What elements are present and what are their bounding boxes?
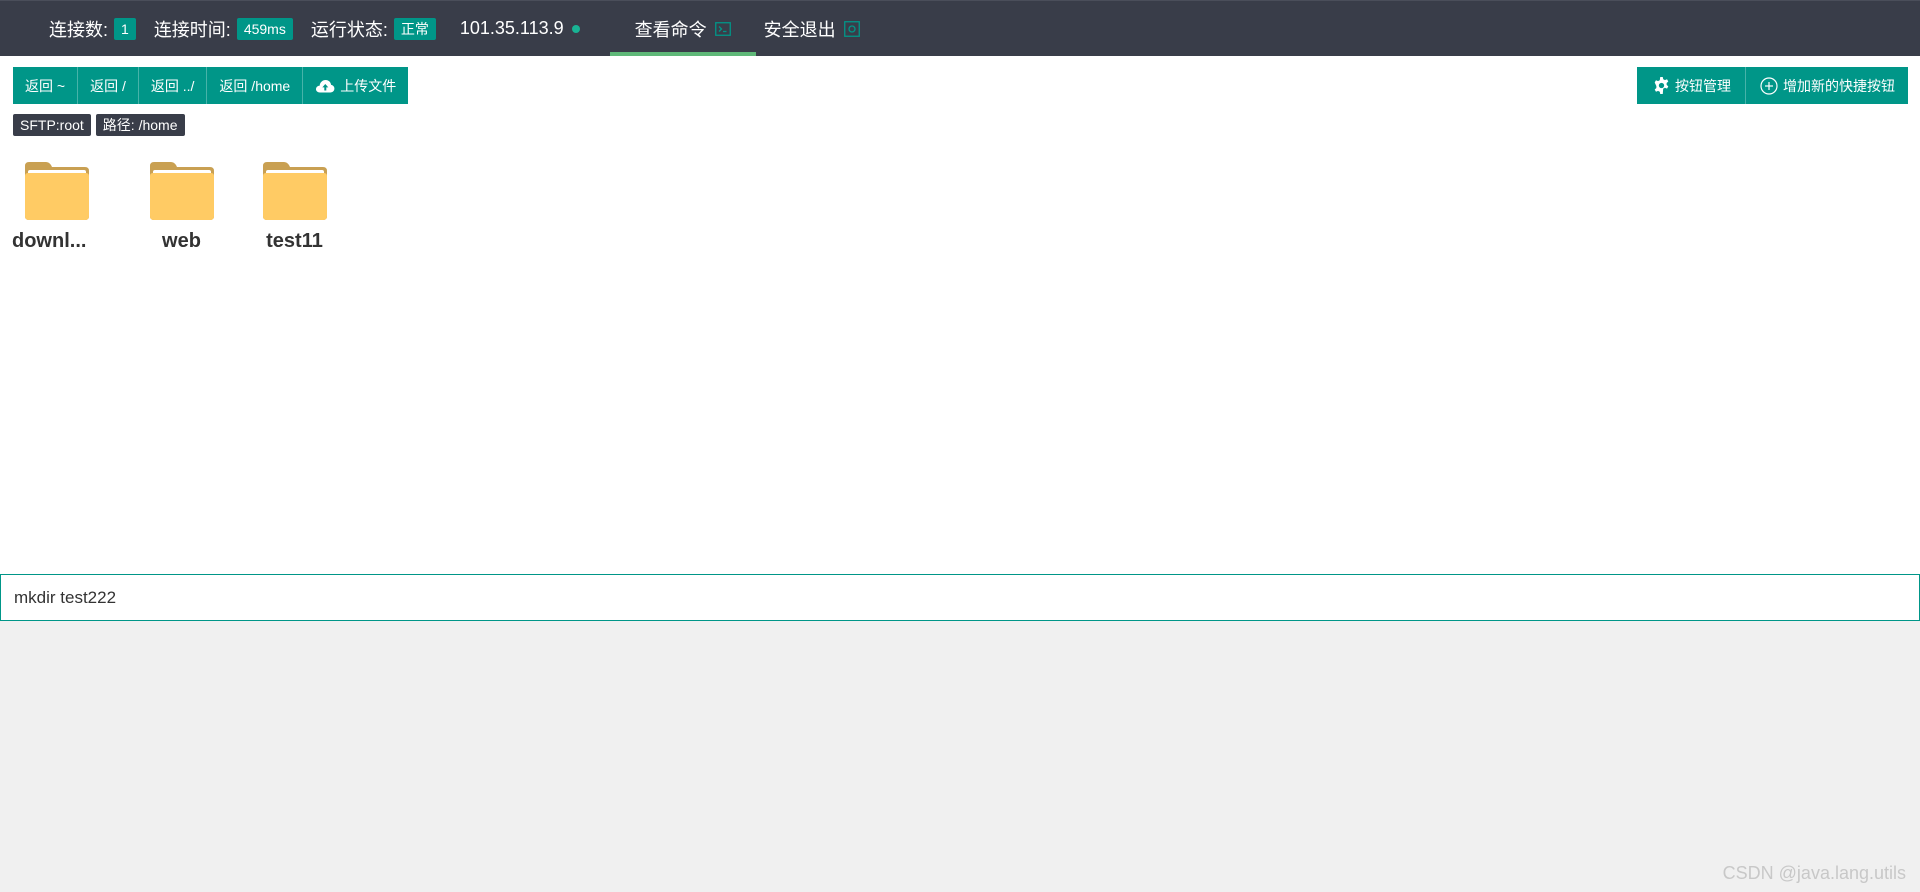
back-root-button[interactable]: 返回 / — [77, 67, 138, 104]
back-home-dir-button[interactable]: 返回 /home — [206, 67, 302, 104]
plus-circle-icon — [1760, 76, 1778, 95]
folder-icon — [262, 162, 327, 220]
upload-file-button[interactable]: 上传文件 — [302, 67, 408, 104]
power-icon — [843, 20, 860, 37]
file-item[interactable]: test11 — [238, 158, 351, 253]
server-ip-text: 101.35.113.9 — [459, 18, 564, 38]
terminal-icon — [714, 21, 731, 36]
back-home-tilde-button[interactable]: 返回 ~ — [13, 67, 77, 104]
file-list: downl... web test11 — [12, 158, 351, 253]
connect-time-stat: 连接时间: 459ms — [154, 1, 293, 57]
connections-stat: 连接数: 1 — [49, 1, 136, 57]
back-parent-button[interactable]: 返回 ../ — [137, 67, 207, 104]
add-shortcut-button[interactable]: 增加新的快捷按钮 — [1745, 67, 1908, 104]
connections-badge: 1 — [114, 17, 136, 40]
tab-safe-exit-label: 安全退出 — [763, 19, 836, 40]
online-dot-icon — [571, 24, 580, 33]
command-input[interactable] — [0, 574, 1920, 621]
server-ip: 101.35.113.9 — [460, 1, 580, 57]
button-management-button[interactable]: 按钮管理 — [1637, 67, 1745, 104]
shortcut-button-group: 按钮管理 增加新的快捷按钮 — [1637, 67, 1908, 104]
upload-file-label: 上传文件 — [340, 77, 397, 94]
folder-icon — [149, 162, 214, 220]
file-name: test11 — [266, 230, 323, 252]
file-name: web — [162, 230, 201, 252]
connect-time-badge: 459ms — [236, 17, 293, 40]
current-path-tag: 路径: /home — [95, 114, 185, 136]
file-item[interactable]: web — [125, 158, 238, 253]
tab-view-commands-label: 查看命令 — [634, 19, 707, 40]
session-tags: SFTP:root 路径: /home — [13, 114, 190, 136]
status-badge: 正常 — [393, 17, 436, 40]
connections-label: 连接数: — [49, 19, 109, 40]
add-shortcut-label: 增加新的快捷按钮 — [1783, 77, 1895, 94]
file-browser: 返回 ~ 返回 / 返回 ../ 返回 /home 上传文件 按钮管理 增加新的… — [0, 56, 1920, 574]
sftp-user-tag: SFTP:root — [13, 114, 91, 136]
connect-time-label: 连接时间: — [153, 19, 231, 40]
watermark: CSDN @java.lang.utils — [1722, 863, 1906, 883]
folder-icon — [25, 162, 89, 220]
status-label: 运行状态: — [310, 19, 388, 40]
status-stat: 运行状态: 正常 — [311, 1, 436, 57]
button-management-label: 按钮管理 — [1675, 77, 1731, 94]
file-item[interactable]: downl... — [12, 158, 125, 253]
gear-icon — [1654, 77, 1669, 94]
top-bar: 连接数: 1 连接时间: 459ms 运行状态: 正常 101.35.113.9… — [0, 0, 1920, 57]
cloud-upload-icon — [316, 79, 335, 92]
navigation-button-group: 返回 ~ 返回 / 返回 ../ 返回 /home 上传文件 — [13, 67, 409, 104]
tab-safe-exit[interactable]: 安全退出 — [756, 1, 885, 57]
file-name: downl... — [12, 230, 87, 252]
tab-view-commands[interactable]: 查看命令 — [609, 1, 756, 57]
